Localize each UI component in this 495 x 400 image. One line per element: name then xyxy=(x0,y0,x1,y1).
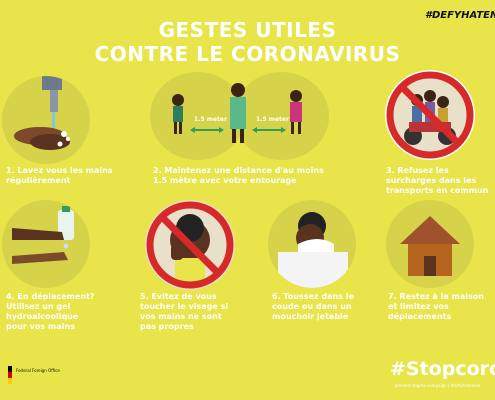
cough-elbow-icon xyxy=(268,200,356,288)
title-line-2: CONTRE LE CORONAVIRUS xyxy=(94,42,401,66)
poster-title: GESTES UTILES CONTRE LE CORONAVIRUS xyxy=(0,18,495,66)
overloaded-motorbike-icon xyxy=(385,70,475,160)
distance-label-right: 1.5 meter xyxy=(256,116,289,123)
step-5-caption: 5. Evitez de vous toucher le visage si v… xyxy=(140,292,229,331)
step-4-caption: 4. En déplacement? Utilisez un gel hydro… xyxy=(6,292,95,331)
logo-text: Federal Foreign Office xyxy=(16,368,60,373)
footer-small-text: prevent-stigma-campaign | #defyhatenow xyxy=(395,383,480,388)
hand-sanitizer-icon xyxy=(2,200,90,288)
step-2-caption: 2. Maintenez une distance d'au moins 1.5… xyxy=(153,166,324,185)
stopcorona-hashtag: #Stopcorona xyxy=(390,358,495,380)
no-face-touch-icon xyxy=(145,200,235,290)
step-3-caption: 3. Refusez les surcharges dans les trans… xyxy=(386,166,489,195)
house-icon xyxy=(386,200,474,288)
step-6-caption: 6. Toussez dans le coude ou dans un mouc… xyxy=(272,292,354,321)
distance-icon: 1.5 meter 1.5 meter xyxy=(150,72,329,160)
step-1-caption: 1. Lavez vous les mains régulièrement xyxy=(6,166,113,185)
step-7-caption: 7. Restez à la maison et limitez vos dép… xyxy=(388,292,484,321)
title-line-1: GESTES UTILES xyxy=(158,18,337,42)
handwashing-icon xyxy=(2,76,90,164)
distance-label-left: 1.5 meter xyxy=(194,116,227,123)
hashtag-defyhatenow: #DEFYHATENOW xyxy=(425,10,495,21)
